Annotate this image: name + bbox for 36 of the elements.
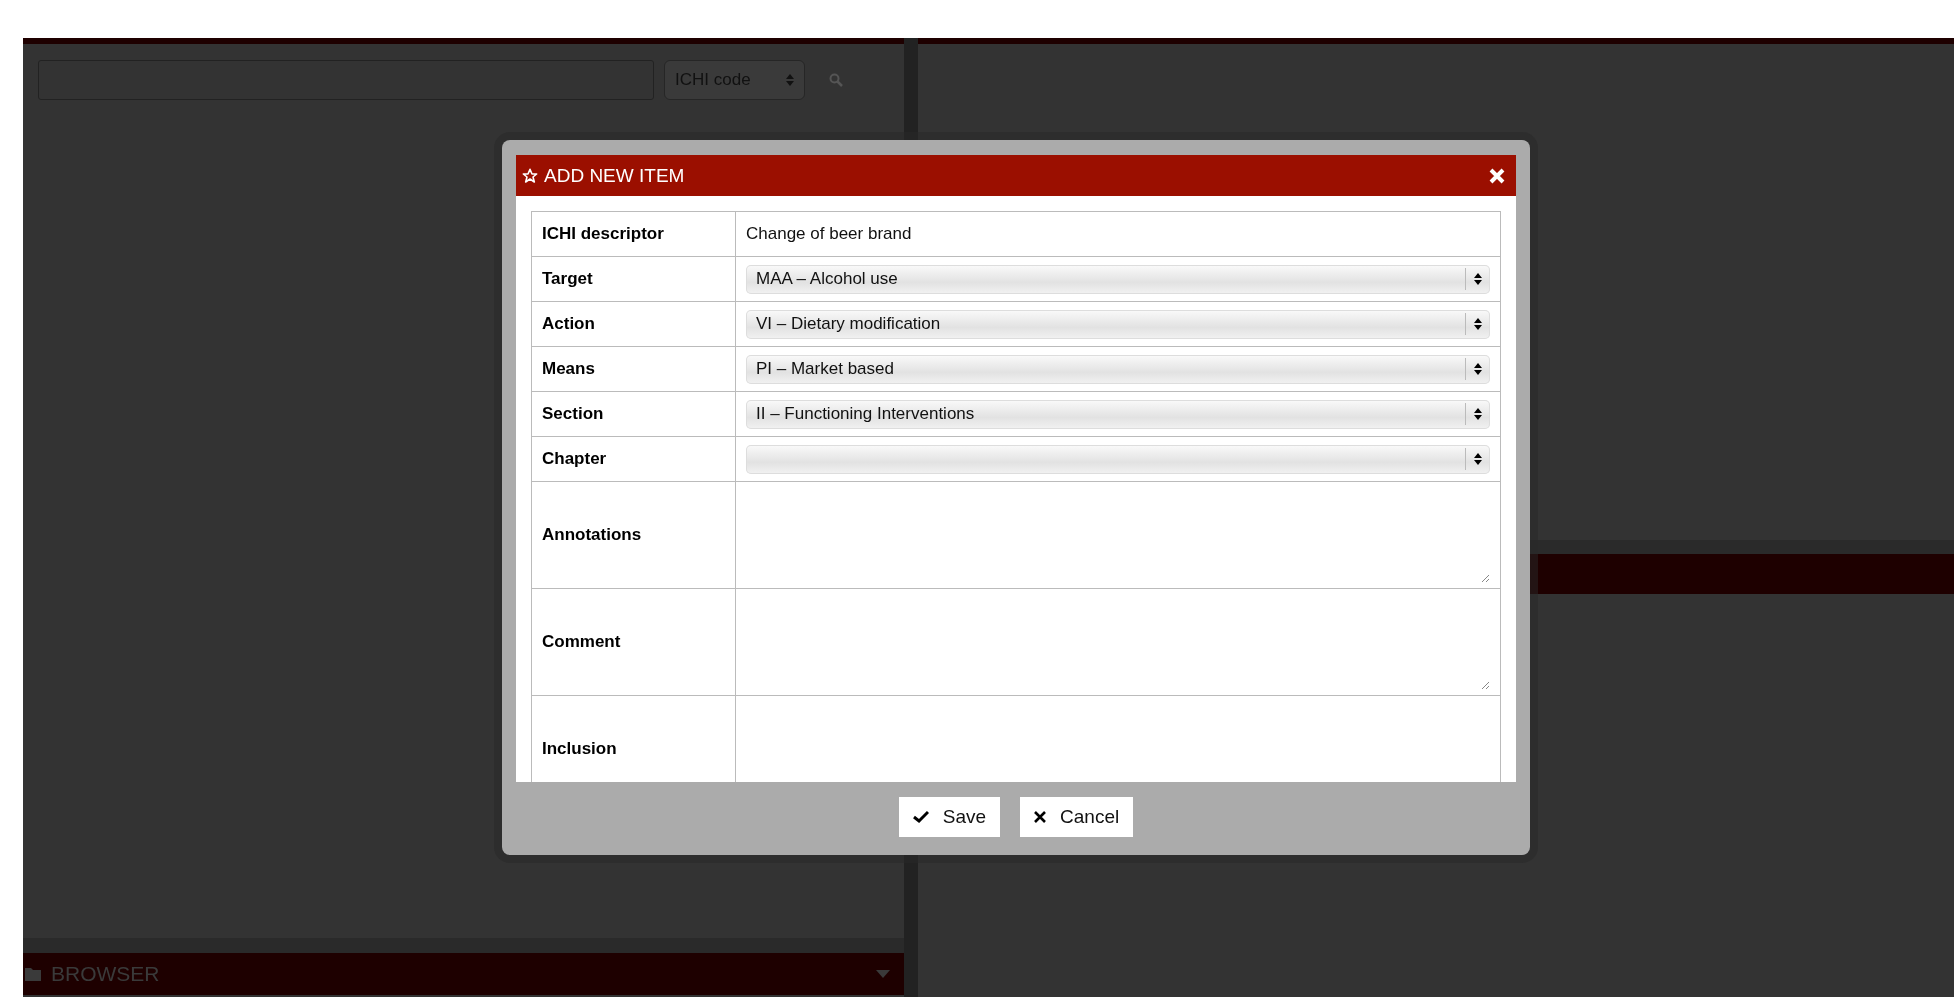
updown-arrows-icon [786,74,794,86]
field-label: Means [531,346,736,392]
select-field[interactable]: MAA – Alcohol use [746,264,1490,294]
field-label: Target [531,256,736,302]
field-label: Inclusion [531,695,736,782]
field-label: ICHI descriptor [531,211,736,257]
field-label: Action [531,301,736,347]
search-icon[interactable] [829,73,843,87]
updown-arrows-icon [1474,408,1482,420]
updown-arrows-icon [1474,273,1482,285]
cancel-button[interactable]: Cancel [1020,796,1134,837]
select-field[interactable] [746,444,1490,474]
field-label: Section [531,391,736,437]
save-button[interactable]: Save [898,796,1001,837]
field-value: Change of beer brand [746,224,912,243]
updown-arrows-icon [1474,453,1482,465]
select-field[interactable]: VI – Dietary modification [746,309,1490,339]
close-icon[interactable] [1488,166,1506,185]
field-label: Comment [531,588,736,696]
resize-grip-icon [1480,680,1490,690]
updown-arrows-icon [1474,318,1482,330]
dialog-title: ADD NEW ITEM [544,164,685,187]
field-label: Chapter [531,436,736,482]
text-area[interactable] [735,588,1501,696]
field-label: Annotations [531,481,736,589]
select-field[interactable]: II – Functioning Interventions [746,399,1490,429]
checkmark-icon [912,810,929,823]
resize-grip-icon [1480,573,1490,583]
folder-icon [25,967,43,981]
star-icon [522,167,538,184]
updown-arrows-icon [1474,363,1482,375]
text-area[interactable] [735,481,1501,589]
close-icon [1034,810,1047,823]
select-field[interactable]: PI – Market based [746,354,1490,384]
panel-title: BROWSER [51,962,160,986]
caret-icon [876,970,890,978]
